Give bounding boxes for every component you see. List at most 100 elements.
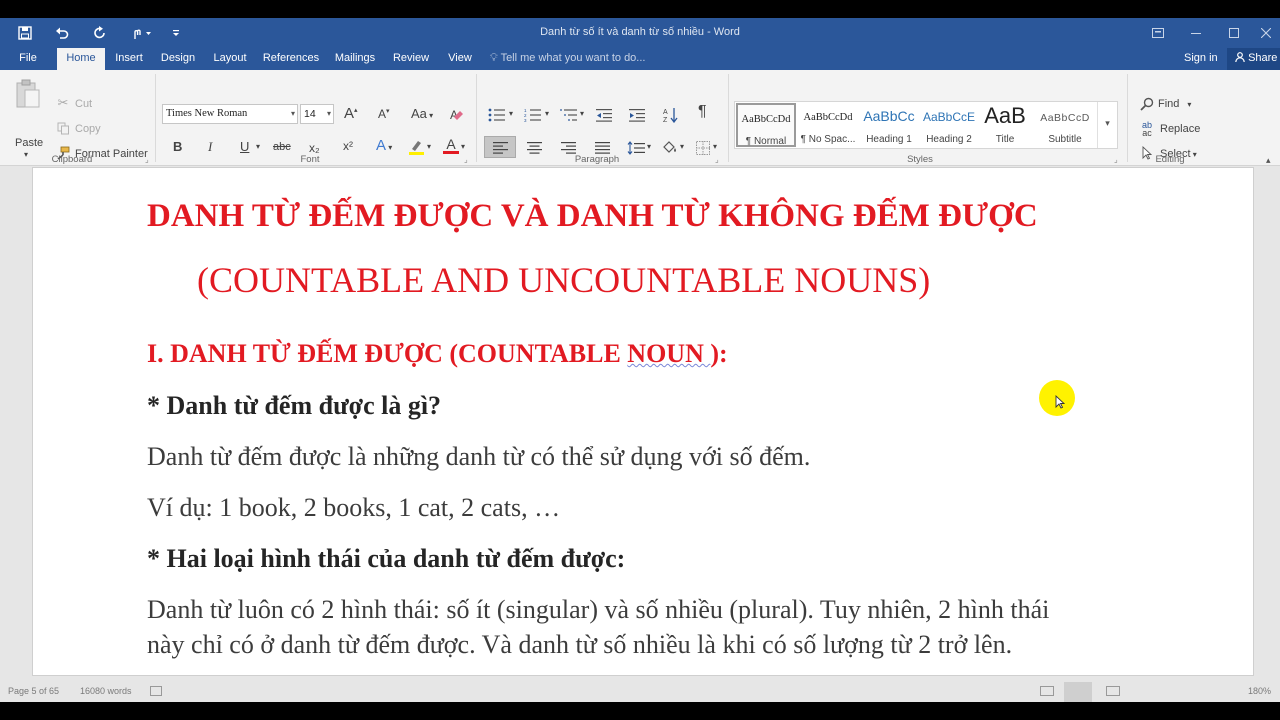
- web-layout-icon[interactable]: [1106, 686, 1120, 696]
- text-effects-button[interactable]: A ▾: [376, 137, 392, 154]
- tab-layout[interactable]: Layout: [210, 48, 250, 70]
- copy-icon: [55, 120, 71, 136]
- font-name-box[interactable]: Times New Roman ▾: [162, 104, 298, 124]
- word-count[interactable]: 16080 words: [80, 686, 132, 696]
- style-name: Heading 1: [866, 134, 912, 145]
- style-title[interactable]: AaB Title: [975, 103, 1035, 147]
- styles-more-icon[interactable]: ▾: [1097, 102, 1117, 148]
- divider: [476, 74, 477, 162]
- italic-button[interactable]: I: [208, 139, 212, 155]
- change-case-button[interactable]: Aa ▾: [411, 106, 433, 121]
- doc-paragraph-2: Ví dụ: 1 book, 2 books, 1 cat, 2 cats, …: [147, 493, 561, 522]
- minimize-icon[interactable]: [1176, 18, 1216, 48]
- numbering-icon[interactable]: 123: [522, 105, 544, 125]
- font-group-label: Font: [300, 154, 320, 165]
- style-no-spacing[interactable]: AaBbCcDd ¶ No Spac...: [798, 103, 858, 147]
- tab-insert[interactable]: Insert: [112, 48, 146, 70]
- decrease-indent-icon[interactable]: [593, 105, 615, 125]
- editing-group-label: Editing: [1155, 154, 1185, 165]
- tab-design[interactable]: Design: [158, 48, 198, 70]
- tab-mailings[interactable]: Mailings: [332, 48, 378, 70]
- shrink-font-button[interactable]: A▾: [378, 107, 390, 121]
- underline-button[interactable]: U: [240, 139, 249, 154]
- subscript-button[interactable]: x₂: [309, 141, 320, 155]
- highlight-icon[interactable]: [406, 137, 428, 157]
- clipboard-launcher-icon[interactable]: ⌟: [145, 155, 149, 164]
- style-preview: AaB: [984, 103, 1026, 128]
- print-layout-icon[interactable]: [1064, 682, 1092, 702]
- style-heading-1[interactable]: AaBbCc Heading 1: [859, 103, 919, 147]
- underline-dropdown-icon[interactable]: ▾: [256, 142, 260, 151]
- show-marks-button[interactable]: ¶: [698, 103, 707, 121]
- doc-title-line-1: DANH TỪ ĐẾM ĐƯỢC VÀ DANH TỪ KHÔNG ĐẾM ĐƯ…: [147, 198, 1038, 234]
- bold-button[interactable]: B: [173, 139, 182, 154]
- paste-button[interactable]: Paste: [15, 137, 43, 149]
- borders-icon[interactable]: [692, 138, 714, 158]
- chevron-down-icon[interactable]: ▾: [509, 109, 513, 118]
- grow-font-icon: A: [344, 105, 355, 122]
- chevron-down-icon[interactable]: ▾: [580, 109, 584, 118]
- font-size-box[interactable]: 14 ▾: [300, 104, 334, 124]
- bullets-icon[interactable]: [486, 105, 508, 125]
- styles-launcher-icon[interactable]: ⌟: [1114, 155, 1118, 164]
- replace-button[interactable]: Replace: [1160, 123, 1200, 135]
- paste-icon[interactable]: [14, 78, 42, 110]
- tab-review[interactable]: Review: [390, 48, 432, 70]
- chevron-down-icon[interactable]: ▾: [647, 142, 651, 151]
- chevron-down-icon[interactable]: ▾: [327, 105, 331, 123]
- copy-button[interactable]: Copy: [75, 123, 101, 135]
- cut-button[interactable]: Cut: [75, 98, 92, 110]
- multilevel-list-icon[interactable]: [558, 105, 580, 125]
- tab-home[interactable]: Home: [57, 48, 105, 70]
- heading-text: I. DANH TỪ ĐẾM ĐƯỢC (COUNTABLE: [147, 339, 628, 368]
- zoom-level[interactable]: 180%: [1248, 686, 1271, 696]
- paste-dropdown-icon[interactable]: ▾: [24, 150, 28, 159]
- close-icon[interactable]: [1252, 18, 1280, 48]
- font-launcher-icon[interactable]: ⌟: [464, 155, 468, 164]
- page-count[interactable]: Page 5 of 65: [8, 686, 59, 696]
- font-color-dropdown-icon[interactable]: ▾: [461, 142, 465, 151]
- find-icon: [1138, 95, 1156, 113]
- style-preview: AaBbCcDd: [741, 114, 791, 125]
- find-button[interactable]: Find ▾: [1158, 98, 1191, 110]
- superscript-button[interactable]: x²: [343, 139, 353, 153]
- sign-in-link[interactable]: Sign in: [1184, 48, 1218, 70]
- document-page[interactable]: DANH TỪ ĐẾM ĐƯỢC VÀ DANH TỪ KHÔNG ĐẾM ĐƯ…: [32, 167, 1254, 676]
- share-button[interactable]: Share: [1227, 48, 1280, 70]
- line-spacing-icon[interactable]: [625, 138, 647, 158]
- align-center-icon[interactable]: [523, 138, 545, 158]
- paragraph-launcher-icon[interactable]: ⌟: [715, 155, 719, 164]
- vertical-scrollbar[interactable]: [1266, 167, 1280, 682]
- shading-icon[interactable]: [659, 138, 681, 158]
- grow-font-button[interactable]: A▴: [344, 105, 358, 122]
- style-name: ¶ Normal: [745, 136, 787, 147]
- style-preview: AaBbCcDd: [803, 112, 853, 123]
- tab-view[interactable]: View: [444, 48, 476, 70]
- chevron-down-icon[interactable]: ▾: [545, 109, 549, 118]
- tell-me-box[interactable]: 💡︎ Tell me what you want to do...: [490, 48, 645, 70]
- tab-file[interactable]: File: [10, 48, 46, 70]
- strikethrough-button[interactable]: abc: [273, 141, 291, 153]
- align-left-button[interactable]: [484, 136, 516, 158]
- read-mode-icon[interactable]: [1040, 686, 1054, 696]
- style-normal[interactable]: AaBbCcDd ¶ Normal: [736, 103, 796, 147]
- font-color-button[interactable]: A: [440, 135, 462, 155]
- sort-icon[interactable]: AZ: [660, 105, 682, 125]
- font-color-icon: A: [446, 135, 456, 152]
- highlight-dropdown-icon[interactable]: ▾: [427, 142, 431, 151]
- clear-formatting-icon[interactable]: A: [446, 105, 468, 125]
- style-heading-2[interactable]: AaBbCcE Heading 2: [919, 103, 979, 147]
- proofing-icon[interactable]: [150, 686, 162, 696]
- collapse-ribbon-icon[interactable]: ▴: [1266, 155, 1271, 166]
- increase-indent-icon[interactable]: [626, 105, 648, 125]
- tab-references[interactable]: References: [262, 48, 320, 70]
- style-subtitle[interactable]: AaBbCcD Subtitle: [1035, 103, 1095, 147]
- chevron-down-icon[interactable]: ▾: [680, 142, 684, 151]
- scissors-icon: ✂: [57, 95, 69, 110]
- font-name-value: Times New Roman: [166, 108, 248, 119]
- maximize-icon[interactable]: [1214, 18, 1254, 48]
- chevron-down-icon[interactable]: ▾: [713, 142, 717, 151]
- title-bar: Danh từ số ít và danh từ số nhiều - Word: [0, 18, 1280, 48]
- ribbon-display-options-icon[interactable]: [1138, 18, 1178, 48]
- chevron-down-icon[interactable]: ▾: [291, 105, 295, 123]
